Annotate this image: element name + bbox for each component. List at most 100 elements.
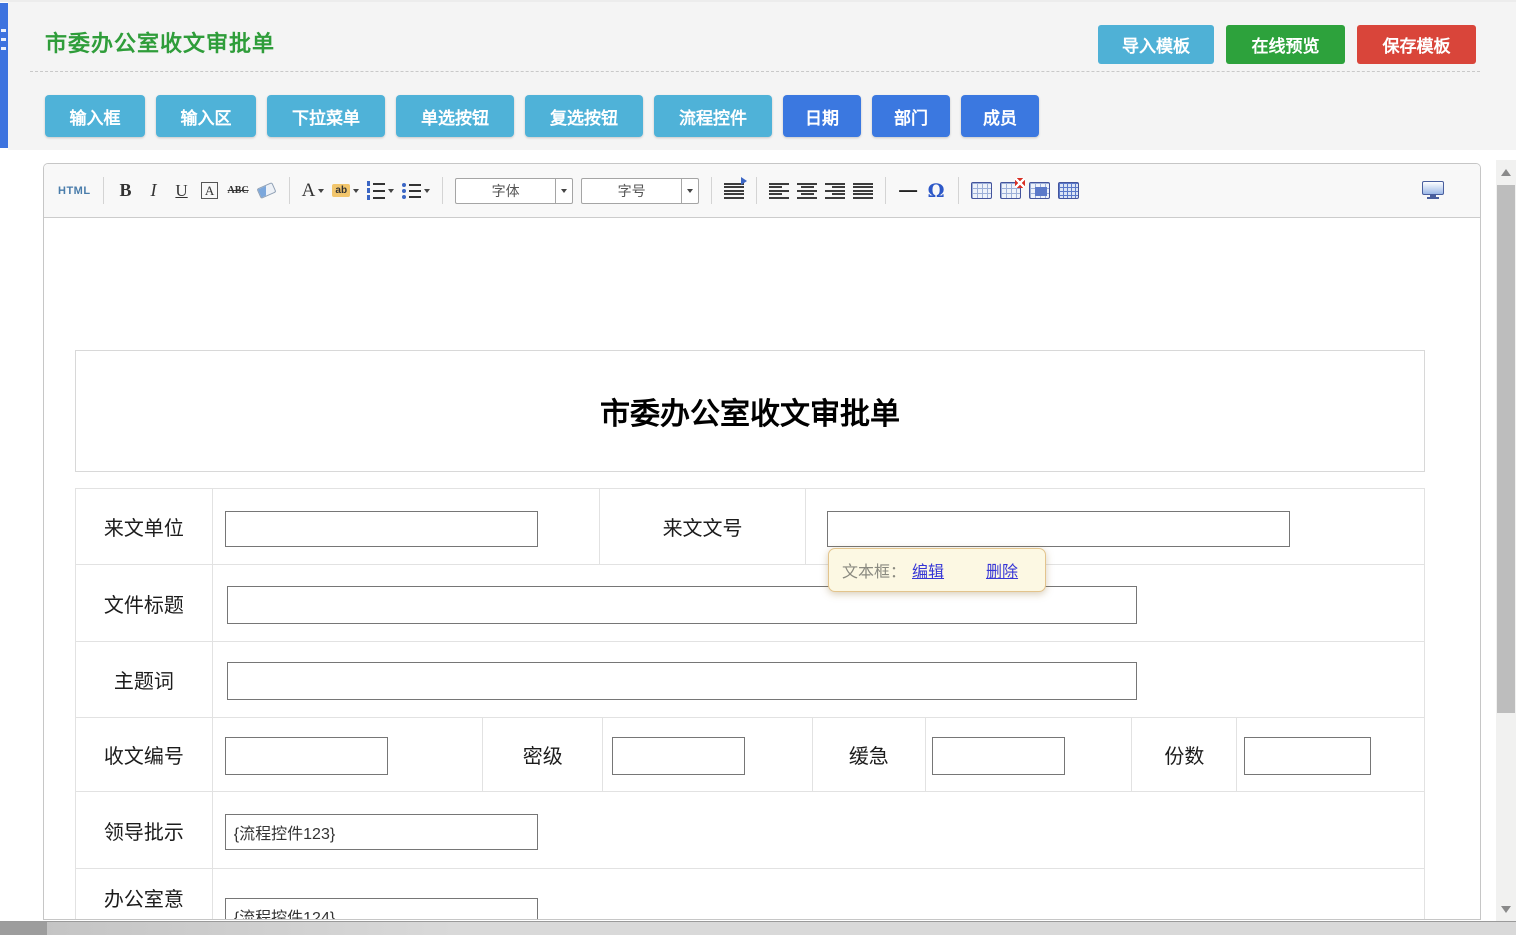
red-x-icon — [1015, 178, 1025, 188]
bottom-scroll-thumb[interactable] — [0, 922, 47, 935]
chevron-down-icon — [555, 179, 572, 203]
form-title: 市委办公室收文审批单 — [600, 389, 900, 433]
table-properties-icon — [1058, 182, 1079, 199]
align-center-button[interactable] — [797, 178, 817, 204]
scroll-up-icon[interactable] — [1501, 169, 1511, 176]
input-leader-comments[interactable] — [225, 814, 538, 850]
toolbar-separator — [756, 177, 757, 204]
scroll-thumb[interactable] — [1497, 185, 1515, 713]
input-subject[interactable] — [227, 662, 1137, 700]
label-copies: 份数 — [1132, 718, 1237, 791]
label-leader-comments: 领导批示 — [76, 792, 213, 868]
insert-table-button[interactable] — [971, 178, 992, 204]
component-button-flow-control[interactable]: 流程控件 — [654, 95, 772, 137]
chevron-down-icon — [388, 189, 394, 193]
import-template-button[interactable]: 导入模板 — [1098, 25, 1214, 64]
vertical-scrollbar[interactable] — [1496, 160, 1516, 921]
input-doc-number[interactable] — [827, 511, 1290, 547]
input-office-opinion[interactable] — [225, 898, 538, 919]
label-urgency: 缓急 — [813, 718, 926, 791]
bold-button[interactable]: B — [116, 178, 136, 204]
component-button-radio[interactable]: 单选按钮 — [396, 95, 514, 137]
highlight-button[interactable]: ab — [332, 178, 359, 204]
toolbar-separator — [885, 177, 886, 204]
edit-link[interactable]: 编辑 — [912, 558, 944, 582]
component-button-dropdown-menu[interactable]: 下拉菜单 — [267, 95, 385, 137]
table-row: 文件标题 — [76, 565, 1424, 642]
merge-cells-icon — [1029, 182, 1050, 199]
align-left-button[interactable] — [769, 178, 789, 204]
delete-table-icon — [1000, 182, 1021, 199]
font-family-select[interactable]: 字体 — [455, 178, 573, 204]
bottom-scrollbar — [0, 921, 1516, 935]
table-row: 主题词 — [76, 642, 1424, 718]
delete-link[interactable]: 删除 — [986, 558, 1018, 582]
font-color-button[interactable]: A — [302, 178, 325, 204]
html-source-button[interactable]: HTML — [58, 178, 91, 204]
tooltip-label: 文本框： — [842, 558, 906, 582]
rich-text-editor: HTML B I U A ABC A ab — [43, 163, 1481, 920]
unordered-list-button[interactable] — [402, 178, 430, 204]
component-button-member[interactable]: 成员 — [961, 95, 1039, 137]
align-left-icon — [769, 183, 789, 199]
component-button-checkbox[interactable]: 复选按钮 — [525, 95, 643, 137]
label-office-opinion: 办公室意 — [76, 869, 213, 919]
delete-table-button[interactable] — [1000, 178, 1021, 204]
form-table: 来文单位 来文文号 文件标题 主题词 — [75, 488, 1425, 919]
input-urgency[interactable] — [932, 737, 1065, 775]
italic-button[interactable]: I — [144, 178, 164, 204]
unordered-list-icon — [402, 183, 421, 199]
table-properties-button[interactable] — [1058, 178, 1079, 204]
editor-canvas[interactable]: 市委办公室收文审批单 来文单位 来文文号 文件标题 — [44, 218, 1480, 919]
underline-button[interactable]: U — [172, 178, 192, 204]
chevron-down-icon — [424, 189, 430, 193]
table-row: 收文编号 密级 缓急 份数 — [76, 718, 1424, 792]
input-receipt-number[interactable] — [225, 737, 388, 775]
component-button-input-area[interactable]: 输入区 — [156, 95, 256, 137]
ordered-list-icon — [367, 181, 385, 200]
chevron-down-icon — [353, 189, 359, 193]
component-button-input-box[interactable]: 输入框 — [45, 95, 145, 137]
eraser-button[interactable] — [257, 178, 277, 204]
toolbar-separator — [711, 177, 712, 204]
editor-toolbar: HTML B I U A ABC A ab — [44, 164, 1480, 218]
indent-icon — [724, 183, 744, 199]
save-template-button[interactable]: 保存模板 — [1357, 25, 1476, 64]
font-size-select[interactable]: 字号 — [581, 178, 699, 204]
scroll-down-icon[interactable] — [1501, 906, 1511, 913]
component-palette: 输入框 输入区 下拉菜单 单选按钮 复选按钮 流程控件 日期 部门 成员 — [45, 95, 1039, 137]
align-right-icon — [825, 183, 845, 199]
special-char-button[interactable]: Ω — [926, 178, 946, 204]
input-secrecy[interactable] — [612, 737, 745, 775]
input-source-unit[interactable] — [225, 511, 538, 547]
label-doc-title: 文件标题 — [76, 565, 213, 641]
template-actions: 导入模板 在线预览 保存模板 — [1098, 25, 1476, 64]
component-button-date[interactable]: 日期 — [783, 95, 861, 137]
strikethrough-button[interactable]: ABC — [228, 178, 249, 204]
fullscreen-button[interactable] — [1422, 181, 1444, 200]
page-title: 市委办公室收文审批单 — [45, 26, 275, 58]
justify-button[interactable] — [853, 178, 873, 204]
indent-button[interactable] — [724, 178, 744, 204]
online-preview-button[interactable]: 在线预览 — [1226, 25, 1345, 64]
header: 市委办公室收文审批单 导入模板 在线预览 保存模板 输入框 输入区 下拉菜单 单… — [8, 2, 1516, 150]
label-doc-number: 来文文号 — [600, 489, 806, 564]
insert-table-icon — [971, 182, 992, 199]
table-row: 来文单位 来文文号 — [76, 489, 1424, 565]
table-row: 办公室意 — [76, 869, 1424, 919]
merge-cells-button[interactable] — [1029, 178, 1050, 204]
component-button-department[interactable]: 部门 — [872, 95, 950, 137]
fullscreen-monitor-icon — [1422, 181, 1444, 195]
label-secrecy: 密级 — [483, 718, 603, 791]
input-copies[interactable] — [1244, 737, 1371, 775]
horizontal-rule-button[interactable]: — — [898, 178, 918, 204]
clipped-side-panel — [0, 3, 8, 148]
ordered-list-button[interactable] — [367, 178, 394, 204]
label-source-unit: 来文单位 — [76, 489, 213, 564]
align-right-button[interactable] — [825, 178, 845, 204]
chevron-down-icon — [318, 189, 324, 193]
boxed-text-button[interactable]: A — [201, 182, 218, 199]
toolbar-separator — [103, 177, 104, 204]
justify-icon — [853, 183, 873, 199]
table-row: 领导批示 — [76, 792, 1424, 869]
